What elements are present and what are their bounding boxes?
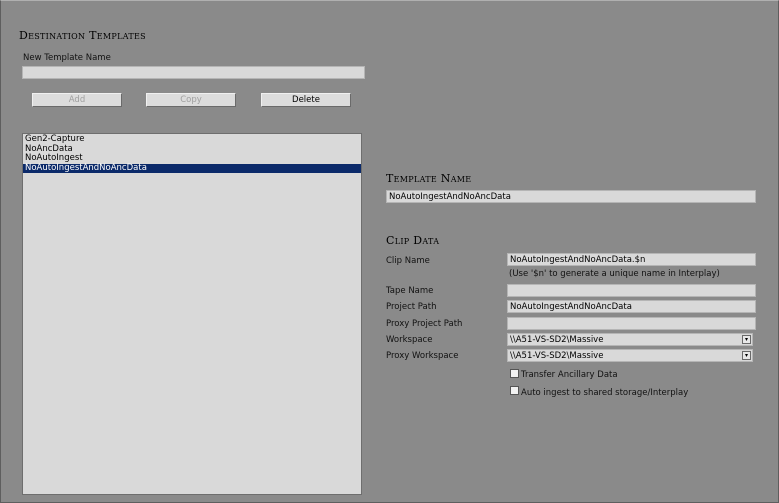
- auto-ingest-checkbox[interactable]: [510, 386, 519, 395]
- proxy-project-path-label: Proxy Project Path: [386, 319, 463, 329]
- tape-name-input[interactable]: [507, 284, 756, 297]
- proxy-project-path-input[interactable]: [507, 317, 756, 330]
- workspace-value: \\A51-VS-SD2\Massive: [510, 335, 604, 345]
- template-name-title: Template Name: [386, 172, 472, 185]
- templates-list-items: Gen2-Capture NoAncData NoAutoIngest NoAu…: [23, 134, 361, 173]
- transfer-ancillary-label: Transfer Ancillary Data: [521, 370, 618, 380]
- project-path-input[interactable]: NoAutoIngestAndNoAncData: [507, 300, 756, 313]
- new-template-name-label: New Template Name: [23, 53, 111, 63]
- proxy-workspace-select[interactable]: \\A51-VS-SD2\Massive ▾: [507, 349, 753, 362]
- workspace-label: Workspace: [386, 335, 433, 345]
- copy-button[interactable]: Copy: [146, 93, 236, 107]
- templates-list[interactable]: Gen2-Capture NoAncData NoAutoIngest NoAu…: [22, 133, 362, 495]
- auto-ingest-label: Auto ingest to shared storage/Interplay: [521, 388, 689, 398]
- proxy-workspace-value: \\A51-VS-SD2\Massive: [510, 351, 604, 361]
- new-template-name-input[interactable]: [22, 66, 365, 79]
- project-path-label: Project Path: [386, 302, 437, 312]
- destination-templates-title: Destination Templates: [19, 29, 146, 42]
- list-item-gen2-capture[interactable]: Gen2-Capture: [23, 134, 361, 145]
- clip-name-input[interactable]: NoAutoIngestAndNoAncData.$n: [507, 253, 756, 266]
- add-button[interactable]: Add: [32, 93, 122, 107]
- chevron-down-icon[interactable]: ▾: [742, 351, 751, 360]
- chevron-down-icon[interactable]: ▾: [742, 335, 751, 344]
- clip-name-hint: (Use '$n' to generate a unique name in I…: [509, 269, 720, 279]
- list-item-noautoingestandnoancdata[interactable]: NoAutoIngestAndNoAncData: [23, 163, 361, 173]
- clip-name-label: Clip Name: [386, 256, 430, 266]
- tape-name-label: Tape Name: [386, 286, 434, 296]
- transfer-ancillary-checkbox[interactable]: [510, 369, 519, 378]
- clip-data-title: Clip Data: [386, 234, 440, 247]
- delete-button[interactable]: Delete: [261, 93, 351, 107]
- proxy-workspace-label: Proxy Workspace: [386, 351, 459, 361]
- template-name-input[interactable]: NoAutoIngestAndNoAncData: [386, 190, 756, 203]
- workspace-select[interactable]: \\A51-VS-SD2\Massive ▾: [507, 333, 753, 346]
